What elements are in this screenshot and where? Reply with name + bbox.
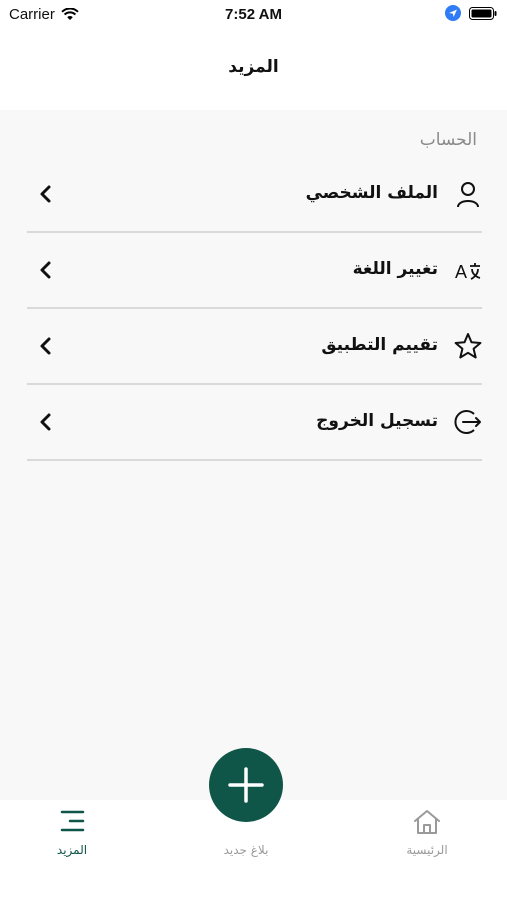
menu-item-change-language[interactable]: A تغيير اللغة bbox=[27, 233, 482, 309]
chevron-left-icon bbox=[40, 413, 51, 431]
battery-icon bbox=[469, 6, 497, 20]
menu-item-label: تغيير اللغة bbox=[352, 259, 438, 279]
location-icon bbox=[445, 5, 461, 21]
menu-item-label: تسجيل الخروج bbox=[316, 411, 438, 431]
status-bar: Carrier 7:52 AM bbox=[0, 0, 507, 30]
menu-item-rate-app[interactable]: تقييم التطبيق bbox=[27, 309, 482, 385]
tab-more[interactable]: المزيد bbox=[2, 800, 142, 900]
chevron-left-icon bbox=[40, 337, 51, 355]
tab-home[interactable]: الرئيسية bbox=[357, 800, 497, 900]
chevron-left-icon bbox=[40, 261, 51, 279]
menu-item-label: تقييم التطبيق bbox=[321, 335, 438, 355]
new-report-fab-button[interactable] bbox=[209, 748, 283, 822]
section-title-account: الحساب bbox=[419, 130, 477, 150]
plus-icon bbox=[228, 767, 264, 803]
menu-item-label: الملف الشخصي bbox=[305, 183, 438, 203]
menu-icon bbox=[60, 810, 85, 832]
menu-item-profile[interactable]: الملف الشخصي bbox=[27, 157, 482, 233]
tab-label: المزيد bbox=[56, 843, 88, 857]
home-icon bbox=[414, 810, 440, 834]
translate-icon: A bbox=[455, 262, 481, 282]
logout-icon bbox=[454, 410, 481, 434]
svg-text:A: A bbox=[455, 262, 467, 282]
navigation-bar: المزيد bbox=[0, 30, 507, 110]
star-icon bbox=[454, 333, 482, 359]
status-time: 7:52 AM bbox=[225, 6, 282, 23]
status-right bbox=[445, 5, 497, 21]
tab-label: الرئيسية bbox=[406, 843, 448, 857]
page-title: المزيد bbox=[228, 57, 279, 77]
account-menu: الملف الشخصي A تغيير اللغة تقييم التطبيق… bbox=[27, 157, 482, 461]
menu-item-logout[interactable]: تسجيل الخروج bbox=[27, 385, 482, 461]
chevron-left-icon bbox=[40, 185, 51, 203]
user-icon bbox=[457, 182, 479, 208]
tab-label: بلاغ جديد bbox=[223, 843, 269, 857]
